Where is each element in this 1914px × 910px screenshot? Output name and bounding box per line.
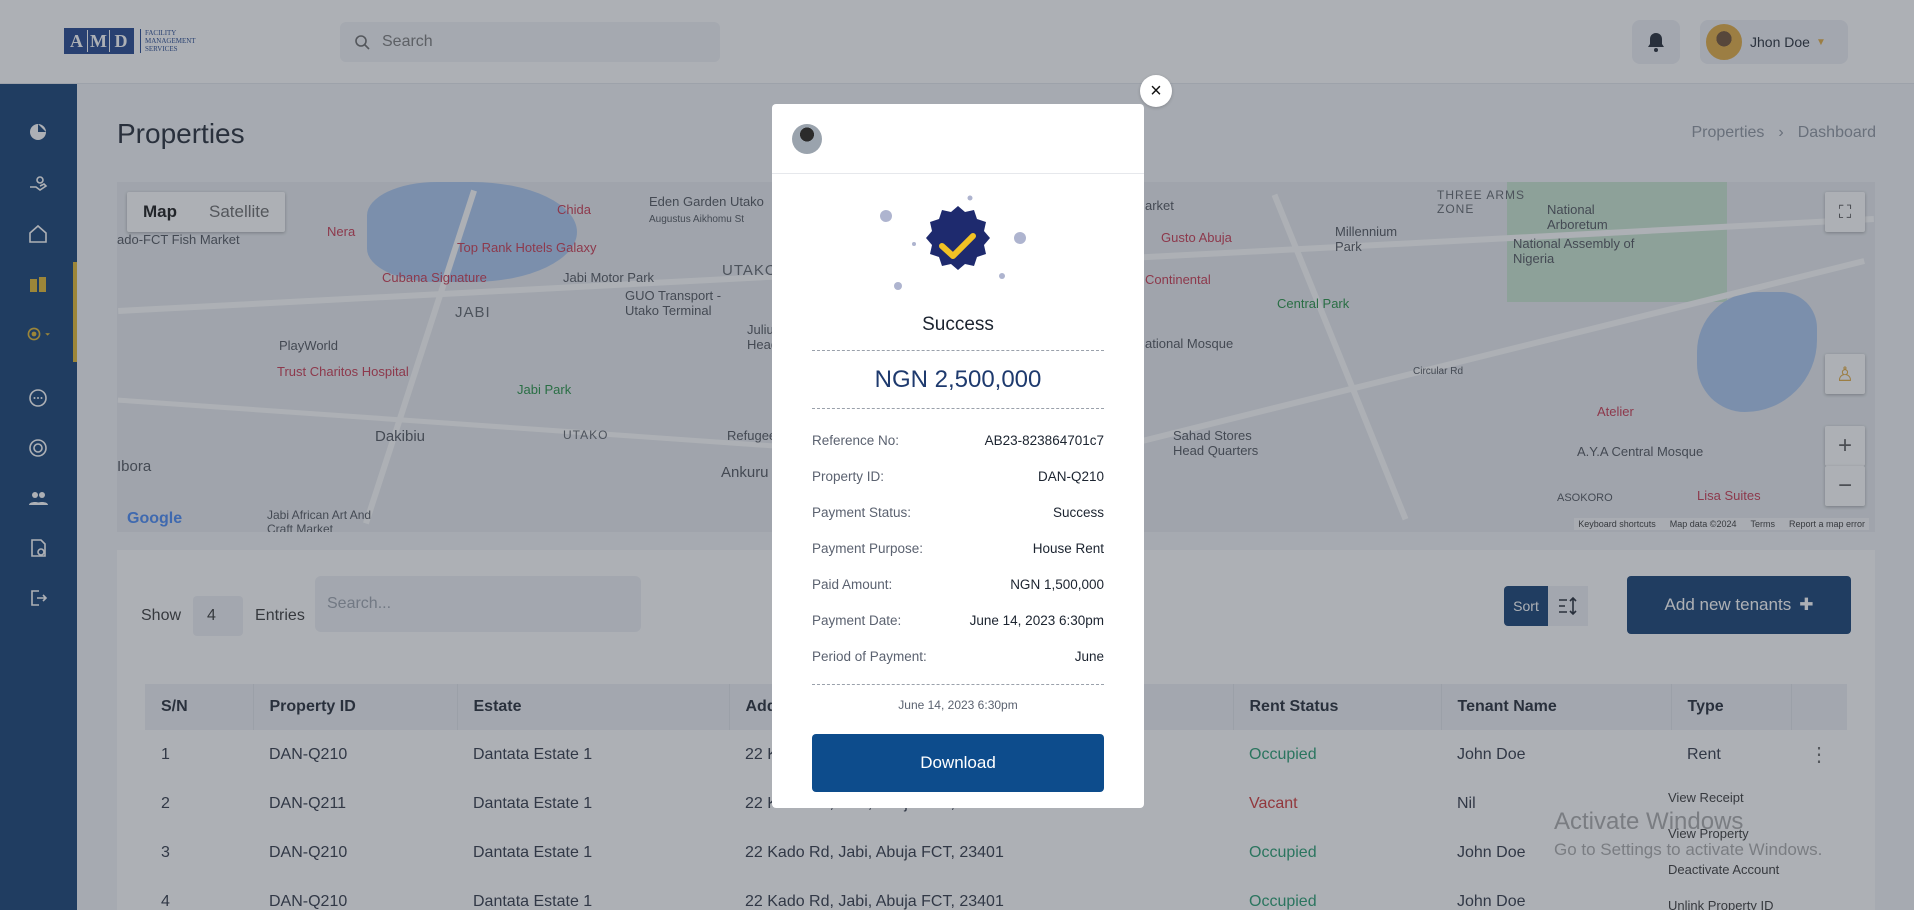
detail-value: DAN-Q210 xyxy=(1037,468,1104,484)
close-icon[interactable]: × xyxy=(1140,75,1172,107)
success-badge-icon xyxy=(880,195,1026,290)
detail-value: Success xyxy=(1052,504,1104,520)
total-amount: NGN 2,500,000 xyxy=(874,366,1042,393)
detail-row: Paid Amount: NGN 1,500,000 xyxy=(812,566,1104,602)
detail-key: Property ID: xyxy=(812,468,885,484)
download-button[interactable]: Download xyxy=(812,734,1104,792)
detail-row: Reference No: AB23-823864701c7 xyxy=(812,422,1104,458)
detail-key: Reference No: xyxy=(812,432,900,448)
receipt-details: Reference No: AB23-823864701c7 Property I… xyxy=(812,422,1104,674)
success-title: Success xyxy=(922,314,994,335)
detail-key: Payment Status: xyxy=(812,504,912,520)
detail-key: Payment Date: xyxy=(812,612,902,628)
detail-value: June 14, 2023 6:30pm xyxy=(969,612,1104,628)
detail-value: NGN 1,500,000 xyxy=(1010,576,1104,592)
avatar xyxy=(792,124,822,154)
divider xyxy=(812,350,1104,351)
detail-row: Period of Payment: June xyxy=(812,638,1104,674)
detail-row: Payment Date: June 14, 2023 6:30pm xyxy=(812,602,1104,638)
detail-key: Payment Purpose: xyxy=(812,540,924,556)
payment-receipt-modal: Success NGN 2,500,000 Reference No: AB23-… xyxy=(772,104,1144,808)
detail-row: Property ID: DAN-Q210 xyxy=(812,458,1104,494)
modal-header xyxy=(772,104,1144,174)
receipt-date: June 14, 2023 6:30pm xyxy=(898,698,1018,712)
detail-row: Payment Status: Success xyxy=(812,494,1104,530)
detail-key: Period of Payment: xyxy=(812,648,927,664)
detail-value: AB23-823864701c7 xyxy=(984,432,1104,448)
detail-row: Payment Purpose: House Rent xyxy=(812,530,1104,566)
detail-value: House Rent xyxy=(1032,540,1104,556)
divider xyxy=(812,684,1104,685)
divider xyxy=(812,408,1104,409)
detail-value: June xyxy=(1074,648,1104,664)
detail-key: Paid Amount: xyxy=(812,576,893,592)
